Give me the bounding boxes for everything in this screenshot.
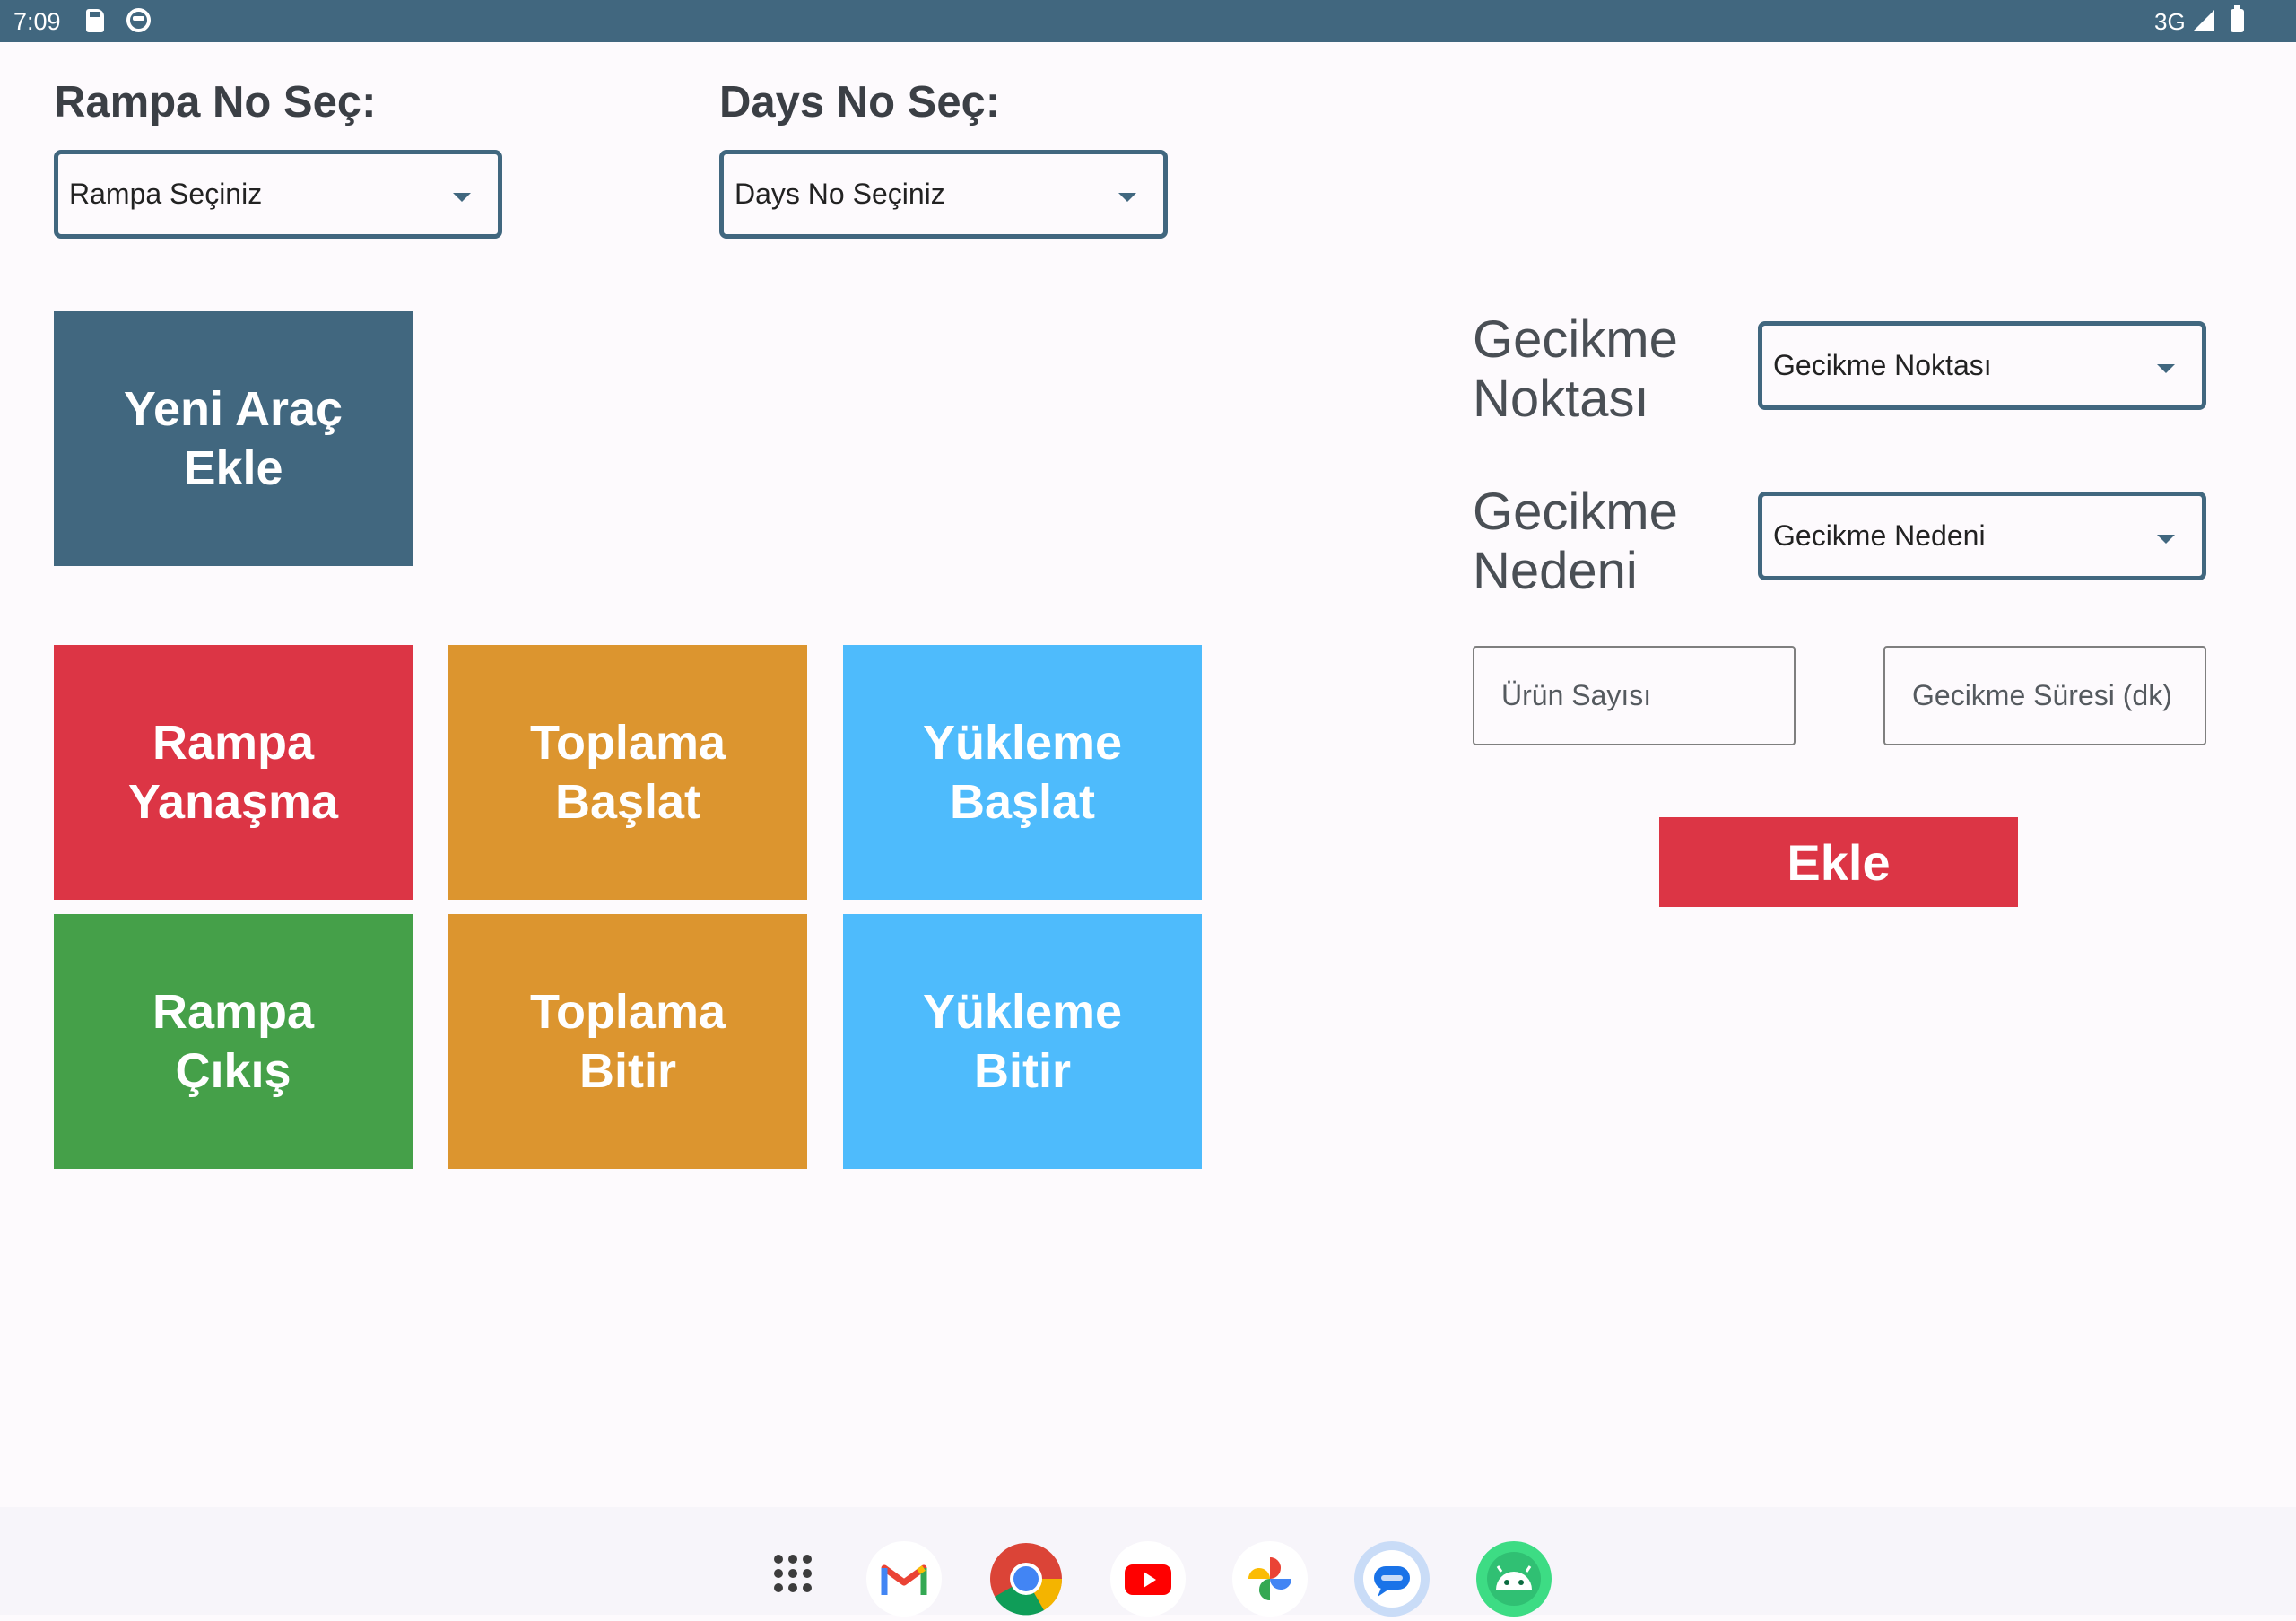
tile-label: Toplama Başlat (529, 716, 726, 829)
picking-finish-button[interactable]: Toplama Bitir (448, 914, 807, 1169)
sd-card-icon (86, 9, 104, 32)
app-drawer-icon[interactable] (755, 1541, 831, 1617)
loading-finish-button[interactable]: Yükleme Bitir (843, 914, 1202, 1169)
dropdown-arrow-icon (453, 193, 471, 202)
ramp-select-dropdown[interactable]: Rampa Seçiniz (54, 150, 502, 239)
ramp-select-value: Rampa Seçiniz (69, 178, 263, 210)
dropdown-arrow-icon (2157, 535, 2175, 544)
new-vehicle-label: Yeni Araç Ekle (123, 382, 344, 495)
delay-reason-dropdown[interactable]: Gecikme Nedeni (1758, 492, 2206, 580)
ramp-exit-button[interactable]: Rampa Çıkış (54, 914, 413, 1169)
signal-icon (2193, 10, 2214, 31)
tile-label: Rampa Yanaşma (127, 716, 339, 829)
delay-duration-input[interactable] (1883, 646, 2206, 745)
face-icon (126, 8, 151, 32)
delay-reason-value: Gecikme Nedeni (1773, 519, 1986, 552)
ramp-docking-button[interactable]: Rampa Yanaşma (54, 645, 413, 900)
battery-icon (2231, 5, 2244, 32)
product-count-input[interactable] (1473, 646, 1796, 745)
tile-label: Yükleme Başlat (922, 716, 1123, 829)
delay-reason-label: Gecikme Nedeni (1473, 483, 1678, 600)
tile-label: Yükleme Bitir (922, 985, 1123, 1098)
days-select-label: Days No Seç: (719, 78, 1001, 126)
add-button-label: Ekle (1787, 833, 1891, 891)
tile-label: Rampa Çıkış (152, 985, 315, 1098)
gmail-icon[interactable] (866, 1541, 942, 1617)
dropdown-arrow-icon (2157, 364, 2175, 373)
dock (0, 1507, 2296, 1617)
chrome-icon[interactable] (988, 1541, 1064, 1617)
add-button[interactable]: Ekle (1659, 817, 2018, 907)
delay-point-dropdown[interactable]: Gecikme Noktası (1758, 321, 2206, 410)
days-select-value: Days No Seçiniz (735, 178, 945, 210)
status-bar: 7:09 3G (0, 0, 2296, 42)
photos-icon[interactable] (1232, 1541, 1308, 1617)
delay-point-label: Gecikme Noktası (1473, 310, 1678, 428)
ramp-select-label: Rampa No Seç: (54, 78, 377, 126)
android-icon[interactable] (1476, 1541, 1552, 1617)
tile-label: Toplama Bitir (529, 985, 726, 1098)
days-select-dropdown[interactable]: Days No Seçiniz (719, 150, 1168, 239)
youtube-icon[interactable] (1110, 1541, 1186, 1617)
status-time: 7:09 (13, 8, 61, 35)
picking-start-button[interactable]: Toplama Başlat (448, 645, 807, 900)
delay-point-value: Gecikme Noktası (1773, 349, 1992, 381)
dropdown-arrow-icon (1118, 193, 1136, 202)
new-vehicle-button[interactable]: Yeni Araç Ekle (54, 311, 413, 566)
loading-start-button[interactable]: Yükleme Başlat (843, 645, 1202, 900)
messages-icon[interactable] (1354, 1541, 1430, 1617)
network-type: 3G (2154, 8, 2186, 35)
